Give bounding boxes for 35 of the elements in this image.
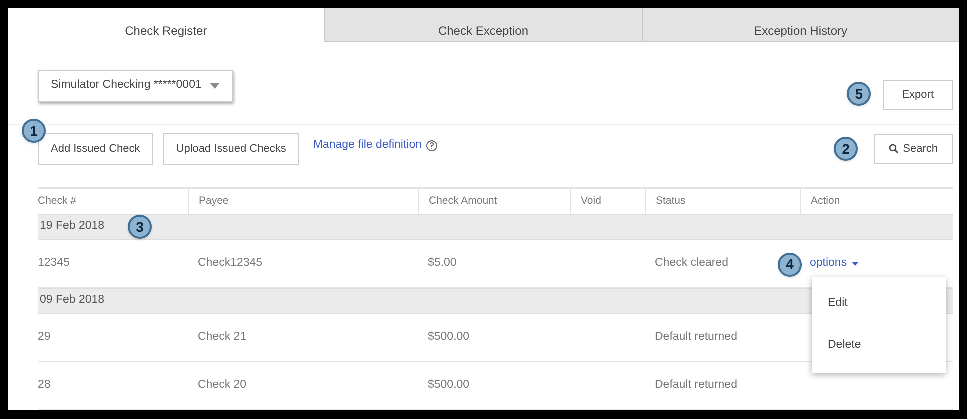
table-cell-text: 12345: [38, 256, 71, 271]
menu-item[interactable]: Delete: [812, 325, 946, 367]
table-cell-text: 28: [38, 378, 52, 393]
table-cell: Default returned: [655, 330, 738, 343]
table-cell-text: 29: [38, 330, 52, 345]
toolbar-button[interactable]: Upload Issued Checks: [163, 133, 300, 165]
table-cell-text: Check 20: [197, 378, 248, 393]
callout-badge: 4: [778, 252, 802, 277]
table-cell: Check cleared: [655, 256, 729, 269]
table-cell: Default returned: [655, 378, 738, 391]
table-cell-text: $5.00: [427, 256, 458, 271]
search-icon: [889, 144, 900, 154]
search-button[interactable]: Search: [874, 134, 953, 164]
callout-badge: 1: [22, 119, 46, 143]
tab[interactable]: Check Exception: [324, 8, 642, 42]
date-group-label: 19 Feb 2018: [40, 219, 105, 234]
options-dropdown[interactable]: options: [810, 254, 860, 272]
tab[interactable]: Exception History: [642, 8, 959, 42]
caret-icon: [210, 83, 220, 89]
column-header: Check #: [38, 194, 78, 209]
export-button[interactable]: Export: [883, 80, 953, 110]
table-cell-text: Check12345: [197, 256, 264, 271]
date-group-label: 09 Feb 2018: [40, 293, 105, 308]
toolbar-button[interactable]: Add Issued Check: [38, 133, 154, 165]
account-dropdown[interactable]: Simulator Checking *****0001: [38, 70, 233, 102]
callout-badge: 5: [847, 82, 872, 106]
caret-icon: [852, 262, 860, 266]
callout-badge: 3: [128, 215, 152, 239]
table-cell-text: $500.00: [427, 330, 471, 345]
manage-file-link[interactable]: Manage file definition: [313, 137, 438, 155]
menu-item[interactable]: Edit: [812, 283, 946, 325]
table-cell-text: $500.00: [427, 378, 471, 393]
help-icon: [426, 140, 438, 152]
table-cell-text: Check 21: [197, 330, 248, 345]
callout-badge: 2: [834, 137, 858, 161]
